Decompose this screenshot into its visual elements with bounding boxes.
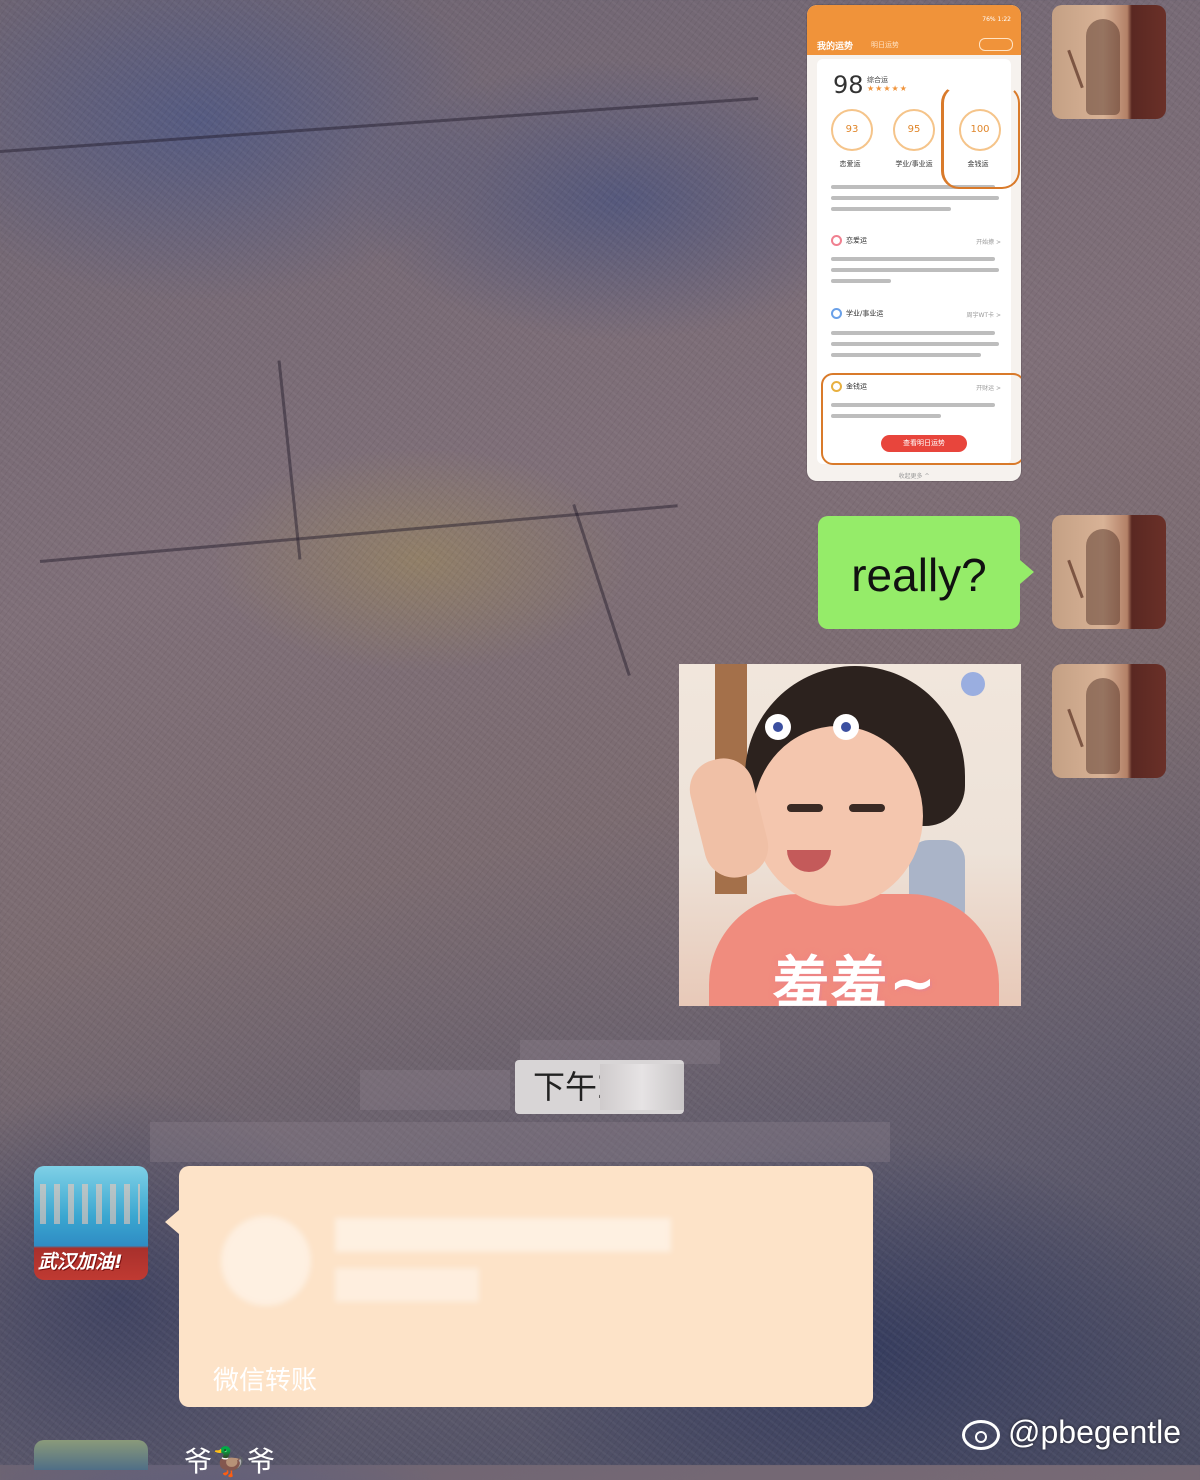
self-avatar[interactable] [1052, 664, 1166, 778]
text-line [831, 207, 951, 211]
section-career-title: 学业/事业运 [846, 309, 884, 318]
wechat-transfer-card[interactable]: 微信转账 [165, 1166, 873, 1407]
transfer-status-icon [221, 1216, 311, 1306]
self-avatar[interactable] [1052, 5, 1166, 119]
avatar-branch [1067, 49, 1084, 89]
avatar-silhouette [1086, 678, 1120, 774]
watermark-text: @pbegentle [1008, 1414, 1182, 1450]
career-score-ring: 95 [893, 109, 935, 151]
career-icon [831, 308, 842, 319]
avatar-badge: 武汉加油! [38, 1251, 123, 1273]
text-message-bubble[interactable]: really? [818, 516, 1034, 629]
redacted-region [360, 1070, 510, 1110]
text-line [831, 342, 999, 346]
avatar-branch [1067, 708, 1084, 748]
text-line [831, 196, 999, 200]
redacted-region [150, 1122, 890, 1162]
sticker-caption: 羞羞~ [773, 951, 938, 1006]
screenshot-title: 我的运势 [817, 42, 854, 52]
image-message-screenshot[interactable]: 76% 1:22 我的运势 明日运势 98 综合运 ★★★★★ 93 95 10… [807, 5, 1021, 481]
text-line [831, 331, 995, 335]
watermark: @pbegentle [962, 1414, 1181, 1451]
screenshot-footer: 收起更多 ^ [898, 473, 930, 480]
child-face [753, 726, 923, 906]
redacted-amount [335, 1218, 671, 1252]
contact-avatar[interactable]: 武汉加油! [34, 1166, 148, 1280]
avatar-swimmers [40, 1184, 140, 1224]
contact-avatar[interactable] [34, 1440, 148, 1470]
screenshot-menu-capsule [979, 38, 1013, 51]
weibo-logo-icon [962, 1419, 1000, 1450]
rating-stars: ★★★★★ [867, 84, 908, 93]
hair-bow-icon [765, 714, 791, 740]
love-score-label: 恋爱运 [839, 160, 861, 168]
text-message-content: really? [851, 549, 987, 601]
screenshot-status-bar: 76% 1:22 [982, 16, 1011, 23]
self-avatar[interactable] [1052, 515, 1166, 629]
child-eye [849, 804, 885, 812]
hand-drawn-circle [821, 373, 1021, 465]
section-love-title: 恋爱运 [846, 236, 867, 245]
love-score-ring: 93 [831, 109, 873, 151]
avatar-silhouette [1086, 19, 1120, 115]
heart-icon [831, 235, 842, 246]
text-line [831, 268, 999, 272]
section-love-more: 开始撩 > [976, 239, 1001, 246]
section-career: 学业/事业运 [831, 308, 883, 319]
sticker-message[interactable]: 羞羞~ [679, 664, 1021, 1006]
child-eye [787, 804, 823, 812]
screenshot-header: 76% 1:22 我的运势 明日运势 [807, 5, 1021, 55]
hand-drawn-circle [941, 85, 1020, 189]
text-line [831, 257, 995, 261]
section-love: 恋爱运 [831, 235, 867, 246]
text-line [831, 353, 981, 357]
overall-score: 98 [833, 71, 864, 99]
avatar-branch [1067, 559, 1084, 599]
flower-icon [961, 672, 985, 696]
career-score-label: 学业/事业运 [895, 160, 933, 168]
redacted-note [335, 1268, 479, 1302]
avatar-silhouette [1086, 529, 1120, 625]
hair-bow-icon [833, 714, 859, 740]
screenshot-tab: 明日运势 [871, 41, 899, 49]
section-career-more: 周宇WT卡 > [966, 312, 1001, 319]
redacted-region [600, 1064, 684, 1110]
sender-name: 爷🦆爷 [184, 1445, 275, 1478]
transfer-label: 微信转账 [213, 1366, 318, 1396]
text-line [831, 279, 891, 283]
